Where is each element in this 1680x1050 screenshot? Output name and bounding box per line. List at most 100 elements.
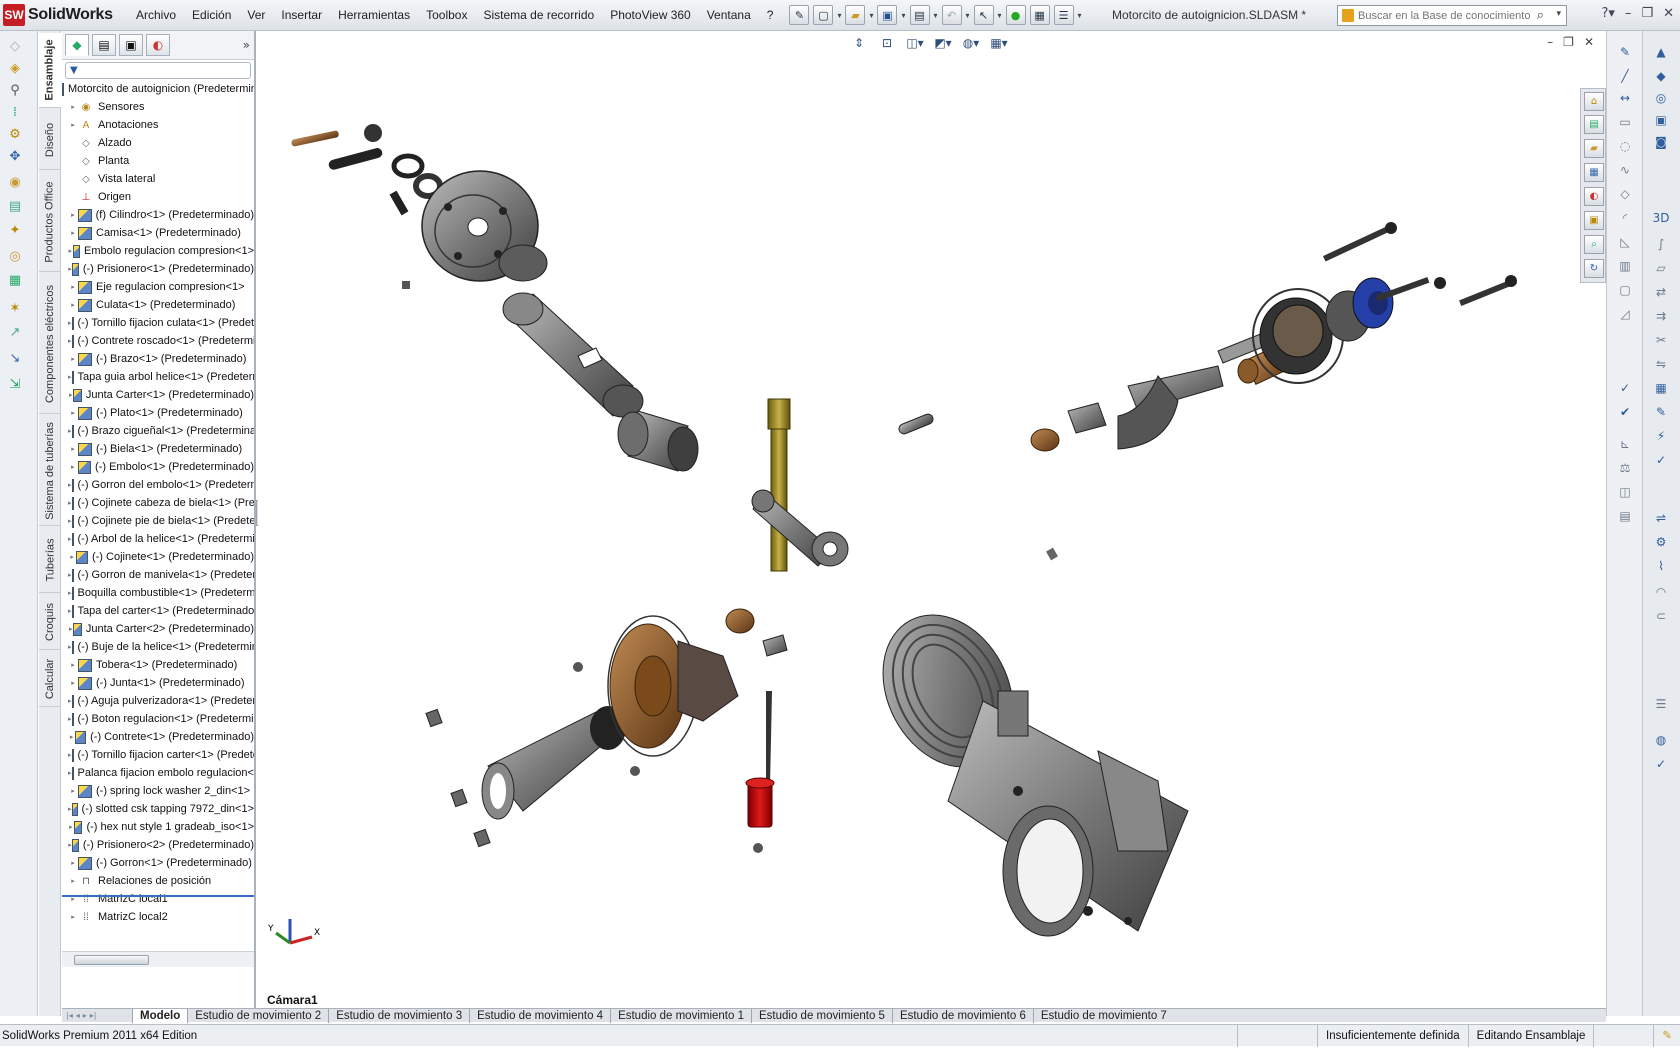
tab-motion-study[interactable]: Estudio de movimiento 6 [891,1009,1033,1023]
vertical-tab-0[interactable]: Ensamblaje [39,33,61,108]
3d-sketch-icon[interactable]: 3D [1651,209,1671,227]
undo-icon[interactable]: ↶ [941,5,962,25]
home-icon[interactable]: ⌂ [1584,92,1604,111]
trim-icon[interactable]: ✂ [1651,331,1671,349]
route-icon[interactable]: ⇌ [1651,509,1671,527]
tree-item[interactable]: ▸ ◉ Sensores [62,98,254,116]
convert-entities-icon[interactable]: ⇄ [1651,283,1671,301]
circle-icon[interactable]: ◎ [1651,89,1671,107]
tab-motion-study[interactable]: Estudio de movimiento 4 [469,1009,610,1023]
feature-tree-scrollbar[interactable] [62,951,254,967]
chevron-down-icon[interactable]: ▾ [1556,9,1561,19]
measure-icon[interactable]: ⊾ [1615,435,1635,453]
vertical-tab-7[interactable]: Calcular [39,652,61,707]
document-recovery-icon[interactable]: ↻ [1584,259,1604,278]
tree-item[interactable]: ▸ (-) Prisionero<2> (Predeterminado) [62,836,254,854]
table-icon[interactable]: ▦ [1651,379,1671,397]
tree-item[interactable]: ▸(-) Arbol de la helice<1> (Predetermina… [62,530,254,548]
tree-item[interactable]: ◇ Planta [62,152,254,170]
save-icon[interactable]: ▣ [877,5,898,25]
select-cursor-icon[interactable]: ↖ [973,5,994,25]
pipe-icon[interactable]: ⌇ [1651,557,1671,575]
sweep-icon[interactable]: ∿ [1615,161,1635,179]
prev-tab-icon[interactable]: ◂ [76,1011,80,1020]
material-icon[interactable]: ◍ [1651,731,1671,749]
tree-item[interactable]: ▸(-) Aguja pulverizadora<1> (Predetermin… [62,692,254,710]
chevron-down-icon[interactable]: ▾ [998,11,1002,20]
expand-arrow-icon[interactable]: ▸ [68,229,78,237]
search-input[interactable] [1358,9,1538,22]
tree-item[interactable]: ▸ ⁞⁞ MatrizC local2 [62,908,254,926]
smart-dimension-icon[interactable]: ✓ [1651,451,1671,469]
insert-components-icon[interactable]: ◈ [5,59,25,77]
next-tab-icon[interactable]: ▸ [83,1011,87,1020]
help-icon[interactable]: ?▾ [1602,6,1615,21]
chevron-down-icon[interactable]: ▾ [869,11,873,20]
vertical-tab-2[interactable]: Productos Office [39,172,61,272]
reference-geometry-icon[interactable]: ✦ [5,221,25,239]
expand-arrow-icon[interactable]: ▸ [68,913,78,921]
chevron-down-icon[interactable]: ▾ [934,11,938,20]
menu-item-8[interactable]: Ventana [699,8,759,22]
vertical-tab-3[interactable]: Componentes eléctricos [39,274,61,414]
show-hidden-icon[interactable]: ◉ [5,173,25,191]
piston[interactable] [617,410,699,472]
tree-item[interactable]: ◇ Alzado [62,134,254,152]
tree-item[interactable]: ▸ Tapa del carter<1> (Predeterminado) [62,602,254,620]
rebuild-traffic-light-icon[interactable]: ● [1005,5,1026,25]
vertical-tab-5[interactable]: Tuberías [39,528,61,593]
restore-icon[interactable]: ❐ [1641,6,1653,21]
menu-item-2[interactable]: Ver [239,8,273,22]
view-palette-icon[interactable]: ▦ [1584,163,1604,182]
draft-icon[interactable]: ◿ [1615,305,1635,323]
last-tab-icon[interactable]: ▸| [90,1011,97,1020]
electrical-icon[interactable]: ⚙ [1651,533,1671,551]
tab-model[interactable]: Modelo [132,1009,188,1023]
tree-item[interactable]: ▸ (-) Tornillo fijacion culata<1> (Predet… [62,314,254,332]
expand-arrow-icon[interactable]: ▸ [68,733,75,741]
tree-item[interactable]: ⊥ Origen [62,188,254,206]
tree-item[interactable]: ▸ Junta Carter<2> (Predeterminado) [62,620,254,638]
tree-item[interactable]: ▸ Eje regulacion compresion<1> [62,278,254,296]
menu-item-6[interactable]: Sistema de recorrido [475,8,602,22]
new-motion-study-icon[interactable]: ◎ [5,247,25,265]
expand-arrow-icon[interactable]: ▸ [68,283,78,291]
section-properties-icon[interactable]: ◫ [1615,483,1635,501]
feature-tree-filter[interactable]: ▼ [65,62,251,79]
tab-motion-study[interactable]: Estudio de movimiento 3 [328,1009,469,1023]
tab-motion-study[interactable]: Estudio de movimiento 1 [610,1009,751,1023]
expand-arrow-icon[interactable]: ▸ [68,661,78,669]
move-component-icon[interactable]: ✥ [5,147,25,165]
extrude-icon[interactable]: ▭ [1615,113,1635,131]
line-tool-icon[interactable]: ╱ [1615,67,1635,85]
exploded-engine-model[interactable] [258,31,1606,1006]
chevron-down-icon[interactable]: ▾ [1078,11,1082,20]
open-folder-icon[interactable]: ▰ [845,5,866,25]
menu-item-9[interactable]: ? [759,8,782,22]
crankcase-cover-group[interactable] [425,608,788,848]
weld-icon[interactable]: ⚡ [1651,427,1671,445]
tab-motion-study[interactable]: Estudio de movimiento 7 [1032,1009,1174,1023]
toolbox-icon[interactable]: ▣ [1651,111,1671,129]
expand-arrow-icon[interactable]: ▸ [68,877,78,885]
property-manager-tab-icon[interactable]: ▤ [92,34,116,56]
tree-item[interactable]: ▸ A Anotaciones [62,116,254,134]
tree-item[interactable]: ▸(-) Cojinete pie de biela<1> (Predeterm… [62,512,254,530]
tree-item[interactable]: ▸ (-) Prisionero<1> (Predeterminado) [62,260,254,278]
clip-icon[interactable]: ⊂ [1651,607,1671,625]
design-library-icon[interactable]: ▤ [1584,115,1604,134]
search-results-icon[interactable]: ⌕ [1584,235,1604,254]
minimize-icon[interactable]: – [1625,6,1632,21]
crankshaft-group[interactable] [1030,222,1517,561]
tree-item[interactable]: ▸Tapa guia arbol helice<1> (Predetermina… [62,368,254,386]
first-tab-icon[interactable]: |◂ [66,1011,73,1020]
mold-tools-icon[interactable]: ▲ [1651,43,1671,61]
new-document-icon[interactable]: ▢ [813,5,834,25]
tree-item[interactable]: ▸ Camisa<1> (Predeterminado) [62,224,254,242]
instant3d-icon[interactable]: ⇲ [5,375,25,393]
plane-sketch-icon[interactable]: ▱ [1651,259,1671,277]
tree-item[interactable]: ▸ (-) spring lock washer 2_din<1> [62,782,254,800]
chamfer-icon[interactable]: ◺ [1615,233,1635,251]
expand-arrow-icon[interactable]: ▸ [68,103,78,111]
edit-component-icon[interactable]: ◇ [5,37,25,55]
